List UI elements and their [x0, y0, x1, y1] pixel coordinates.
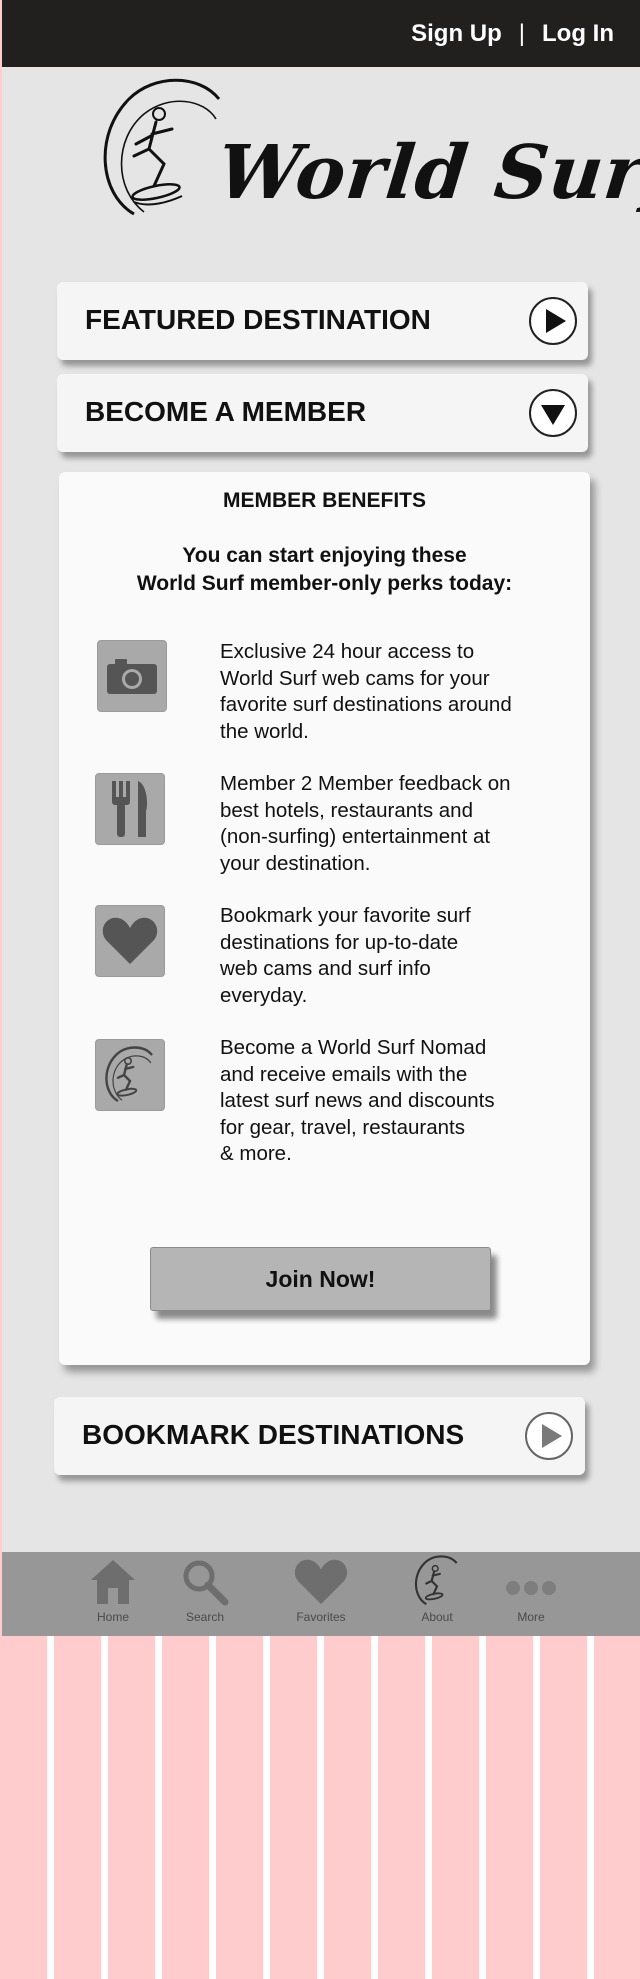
become-member-card[interactable]: BECOME A MEMBER — [57, 374, 588, 452]
become-member-title: BECOME A MEMBER — [85, 396, 367, 427]
benefit-line: Bookmark your favorite surf — [220, 904, 471, 927]
benefit-line: best hotels, restaurants and — [220, 798, 473, 822]
benefit-line: everyday. — [220, 983, 308, 1007]
world-surf-logo: World Surf — [94, 74, 640, 244]
app-screen: Sign Up | Log In World Surf FEATURED DES… — [2, 0, 640, 1636]
benefit-text: Member 2 Member feedback on best hotels,… — [220, 771, 560, 877]
benefit-text: Bookmark your favorite surf destinations… — [220, 903, 560, 1009]
login-link[interactable]: Log In — [542, 20, 614, 48]
search-icon — [183, 1560, 229, 1606]
benefits-intro-line-1: You can start enjoying these — [182, 544, 467, 567]
play-arrow-icon — [546, 309, 566, 333]
benefit-line: web cams and surf info — [220, 957, 431, 980]
heart-icon — [102, 917, 158, 964]
heart-icon — [294, 1559, 348, 1605]
featured-destination-card[interactable]: FEATURED DESTINATION — [57, 282, 588, 360]
play-arrow-icon — [542, 1424, 562, 1448]
featured-destination-title: FEATURED DESTINATION — [85, 304, 431, 335]
bookmark-destinations-card[interactable]: BOOKMARK DESTINATIONS — [54, 1397, 585, 1475]
home-icon — [91, 1560, 135, 1604]
benefit-line: your destination. — [220, 851, 371, 875]
surfer-logo-icon — [414, 1555, 458, 1606]
tab-about-label: About — [421, 1610, 453, 1624]
expand-bookmark-button[interactable] — [525, 1412, 573, 1460]
benefits-intro-line-2: World Surf member-only perks today: — [136, 572, 513, 595]
header-separator: | — [518, 19, 526, 47]
down-arrow-icon — [541, 405, 565, 425]
tab-more[interactable]: More — [486, 1552, 576, 1636]
surfer-logo-icon — [105, 1046, 153, 1103]
fork-knife-icon — [112, 781, 148, 837]
tab-home[interactable]: Home — [68, 1552, 158, 1636]
benefit-line: favorite surf destinations around — [220, 693, 512, 716]
tab-home-label: Home — [96, 1610, 129, 1624]
benefit-line: (non-surfing) entertainment at — [220, 825, 491, 848]
join-now-button[interactable]: Join Now! — [150, 1247, 491, 1311]
benefit-line: the world. — [220, 719, 309, 743]
benefit-line: Exclusive 24 hour access to — [220, 640, 475, 663]
benefit-icon-box — [95, 773, 165, 845]
benefit-line: Member 2 Member feedback on — [220, 772, 511, 795]
benefit-icon-box — [95, 905, 165, 977]
camera-icon — [107, 659, 157, 694]
benefit-line: World Surf web cams for your — [220, 666, 490, 690]
tab-more-label: More — [517, 1610, 545, 1624]
benefit-line: & more. — [220, 1142, 292, 1165]
collapse-member-button[interactable] — [529, 389, 577, 437]
benefits-title: MEMBER BENEFITS — [222, 489, 426, 512]
tab-about[interactable]: About — [392, 1552, 482, 1636]
benefit-line: Become a World Surf Nomad — [220, 1036, 487, 1059]
more-dots-icon — [506, 1581, 556, 1595]
top-bar: Sign Up | Log In — [2, 0, 640, 67]
benefit-line: and receive emails with the — [220, 1062, 468, 1086]
benefit-line: latest surf news and discounts — [220, 1089, 495, 1112]
tab-search[interactable]: Search — [160, 1552, 250, 1636]
signup-link[interactable]: Sign Up — [411, 20, 502, 48]
tab-favorites-label: Favorites — [296, 1610, 346, 1624]
tab-favorites[interactable]: Favorites — [276, 1552, 366, 1636]
expand-featured-button[interactable] — [529, 297, 577, 345]
benefit-icon-box — [97, 640, 167, 712]
brand-name: World Surf — [213, 130, 640, 216]
bookmark-destinations-title: BOOKMARK DESTINATIONS — [82, 1419, 465, 1450]
benefits-intro: You can start enjoying these World Surf … — [59, 542, 590, 598]
member-benefits-panel: MEMBER BENEFITS You can start enjoying t… — [59, 472, 590, 1365]
benefit-icon-box — [95, 1039, 165, 1111]
bottom-tab-bar: Home Search Favorites About More — [2, 1552, 640, 1636]
tab-search-label: Search — [185, 1610, 225, 1624]
benefit-text: Exclusive 24 hour access to World Surf w… — [220, 639, 560, 745]
surfer-logo-icon — [103, 78, 221, 216]
benefit-line: for gear, travel, restaurants — [220, 1115, 465, 1139]
benefit-line: destinations for up-to-date — [220, 930, 459, 954]
benefit-text: Become a World Surf Nomad and receive em… — [220, 1035, 560, 1168]
